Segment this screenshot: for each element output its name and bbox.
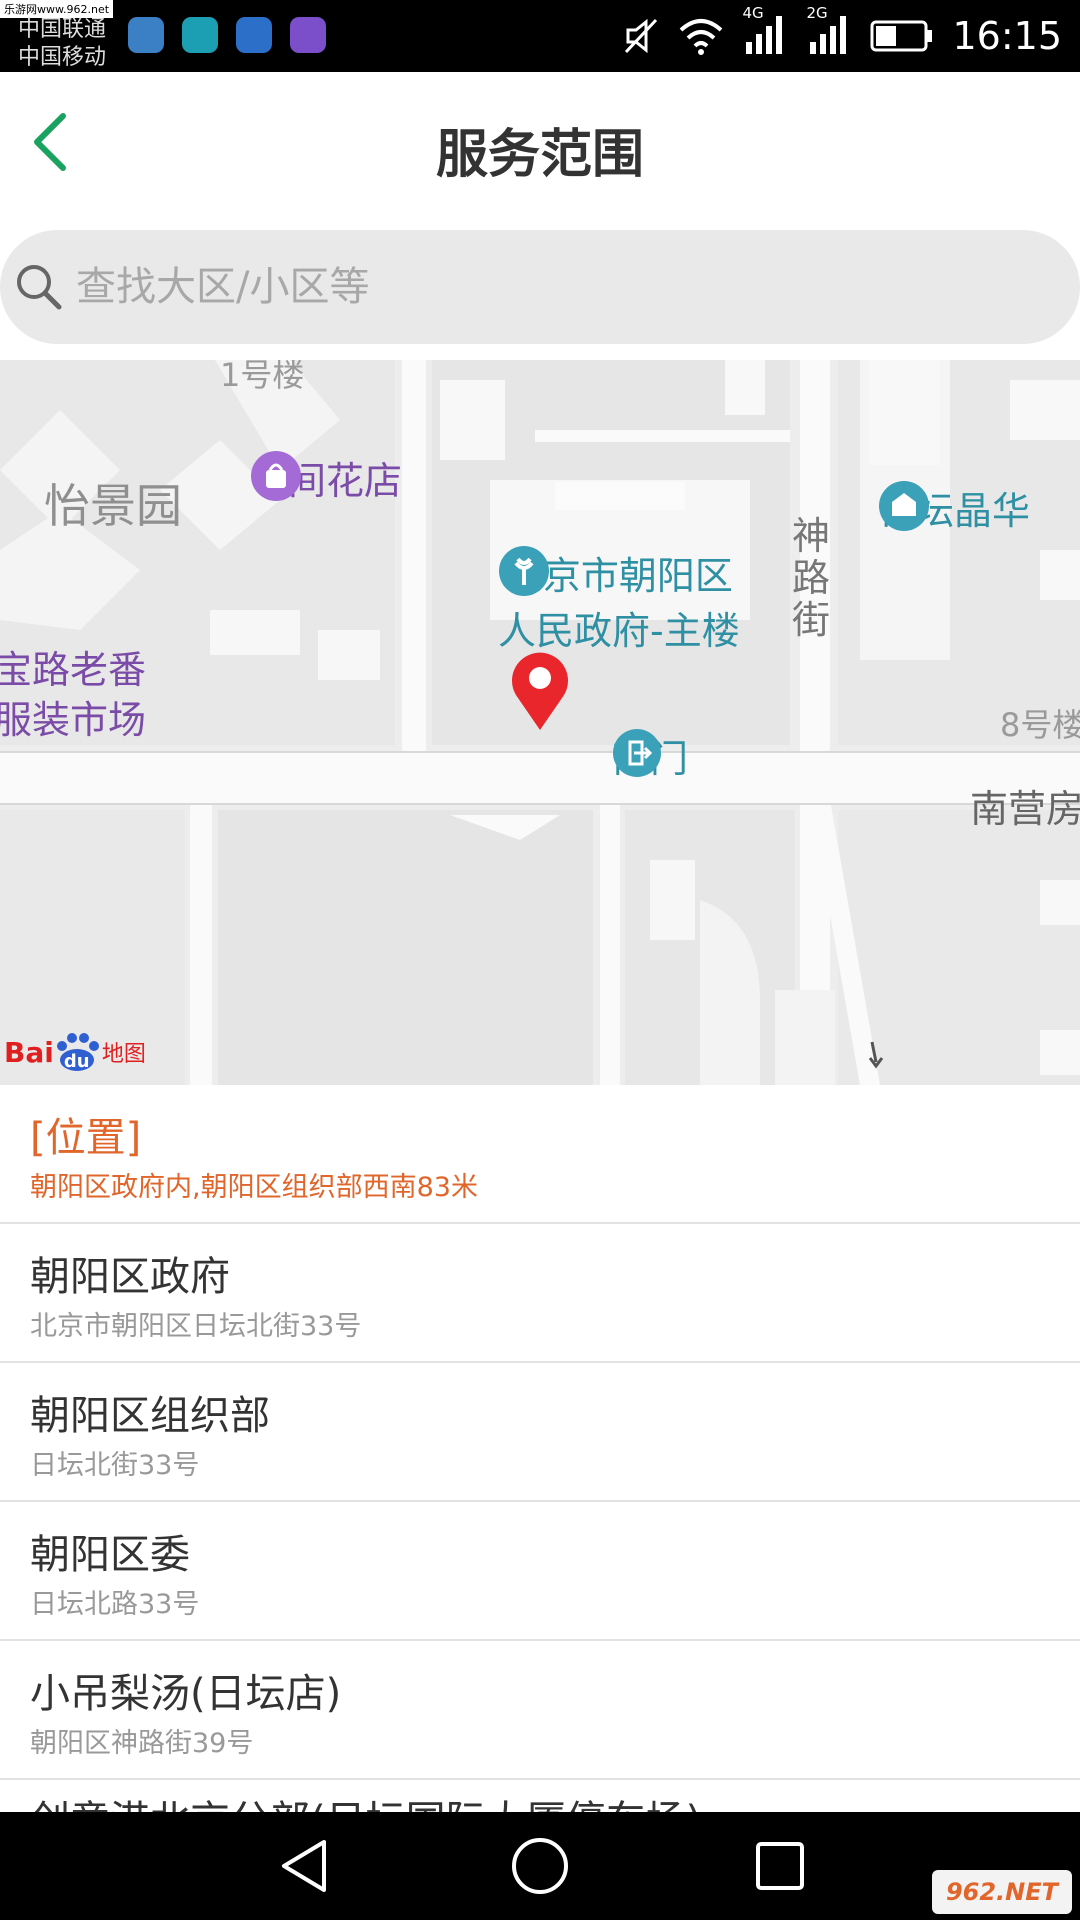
status-indicators: 4G 2G 16:15 [622,4,1062,62]
map-label-yijingyuan: 怡景园 [44,479,182,533]
keyboard-app-icon [290,17,326,53]
watermark-logo-text: 962.NET [945,1878,1059,1906]
map-poi-flower-shop[interactable]: 一间花店 [250,450,402,505]
search-input[interactable] [76,230,1056,344]
home-nav-icon[interactable] [508,1834,572,1898]
map-label-market-line1: 宝路老番 [0,648,147,692]
battery-icon [870,20,933,52]
location-pin-icon [512,652,568,730]
list-item-title: 创意港北京分部(日坛国际大厦停车场) [30,1788,701,1812]
list-item-title: [位置] [30,1115,142,1161]
map-label-shenlu-jie-text: 神路街 [792,514,831,642]
government-icon [499,546,549,596]
map-label-market: 宝路老番 服装市场 [0,645,146,745]
list-item[interactable]: 朝阳区委 日坛北路33号 [0,1502,1080,1641]
map-view[interactable]: 1号楼 怡景园 一间花店 神路街 日坛晶华 北京市朝阳区 人民政府-主楼 宝路老… [0,360,1080,1085]
map-label-shenlu-jie: 神路街 [792,515,832,641]
shopping-bag-icon [251,451,301,501]
emui-app-icon [182,17,218,53]
carrier-1: 中国联通 [18,17,107,42]
list-item[interactable]: 朝阳区组织部 日坛北街33号 [0,1363,1080,1502]
gallery-app-icon [236,17,272,53]
baidu-paw-icon: du [54,1032,100,1072]
building-icon [879,481,929,531]
map-label-nanying: 南营房 [970,787,1080,831]
notification-icons [128,17,326,53]
navigation-bar: 962.NET [0,1812,1080,1920]
map-label-gov-line2: 人民政府-主楼 [498,609,740,653]
signal-4g: 4G [742,4,788,60]
list-item-current-location[interactable]: [位置] 朝阳区政府内,朝阳区组织部西南83米 [0,1085,1080,1224]
page-title: 服务范围 [435,125,644,185]
back-nav-icon[interactable] [272,1834,336,1898]
map-poi-government[interactable]: 北京市朝阳区 人民政府-主楼 [498,545,740,655]
list-item[interactable]: 小吊梨汤(日坛店) 朝阳区神路街39号 [0,1641,1080,1780]
clock: 16:15 [952,14,1062,58]
net-type-2: 2G [806,4,828,22]
arrow-down-icon [868,1041,884,1069]
signal-2g: 2G [806,4,852,60]
map-poi-ritan-jinghua[interactable]: 日坛晶华 [878,480,1030,535]
baidu-logo: Bai du 地图 [4,1032,146,1072]
location-list: [位置] 朝阳区政府内,朝阳区组织部西南83米 朝阳区政府 北京市朝阳区日坛北街… [0,1085,1080,1812]
map-poi-south-gate[interactable]: 南门 [612,728,688,783]
baidu-map-text: 地图 [101,1042,146,1067]
qq-app-icon [128,17,164,53]
list-item-subtitle: 日坛北街33号 [30,1450,200,1481]
baidu-du-text: du [63,1051,90,1072]
header-bar: 服务范围 [0,72,1080,222]
map-label-building-8: 8号楼 [1000,706,1080,744]
watermark-logo: 962.NET [932,1870,1072,1914]
recents-nav-icon[interactable] [748,1834,812,1898]
list-item[interactable]: 朝阳区政府 北京市朝阳区日坛北街33号 [0,1224,1080,1363]
list-item-title: 朝阳区组织部 [30,1393,270,1439]
search-bar[interactable] [0,230,1080,344]
baidu-logo-text: Bai [4,1035,54,1069]
list-item-title: 朝阳区政府 [30,1254,230,1300]
carrier-2: 中国移动 [18,45,107,70]
list-item[interactable]: 创意港北京分部(日坛国际大厦停车场) [0,1780,1080,1812]
carrier-info: 中国联通 中国移动 [18,6,106,72]
status-bar: 乐游网www.962.net 中国联通 中国移动 4G 2G 16:15 [0,0,1080,72]
mute-icon [625,18,658,54]
net-type-1: 4G [742,4,764,22]
list-item-subtitle: 北京市朝阳区日坛北街33号 [30,1311,362,1342]
map-label-building-1: 1号楼 [220,360,305,394]
list-item-title: 小吊梨汤(日坛店) [30,1671,342,1717]
wifi-icon [680,19,723,55]
list-item-title: 朝阳区委 [30,1532,190,1578]
list-item-subtitle: 朝阳区政府内,朝阳区组织部西南83米 [30,1172,478,1203]
list-item-subtitle: 朝阳区神路街39号 [30,1728,254,1759]
exit-icon [613,729,661,777]
search-icon [17,265,62,310]
list-item-subtitle: 日坛北路33号 [30,1589,200,1620]
map-label-market-line2: 服装市场 [0,698,147,742]
